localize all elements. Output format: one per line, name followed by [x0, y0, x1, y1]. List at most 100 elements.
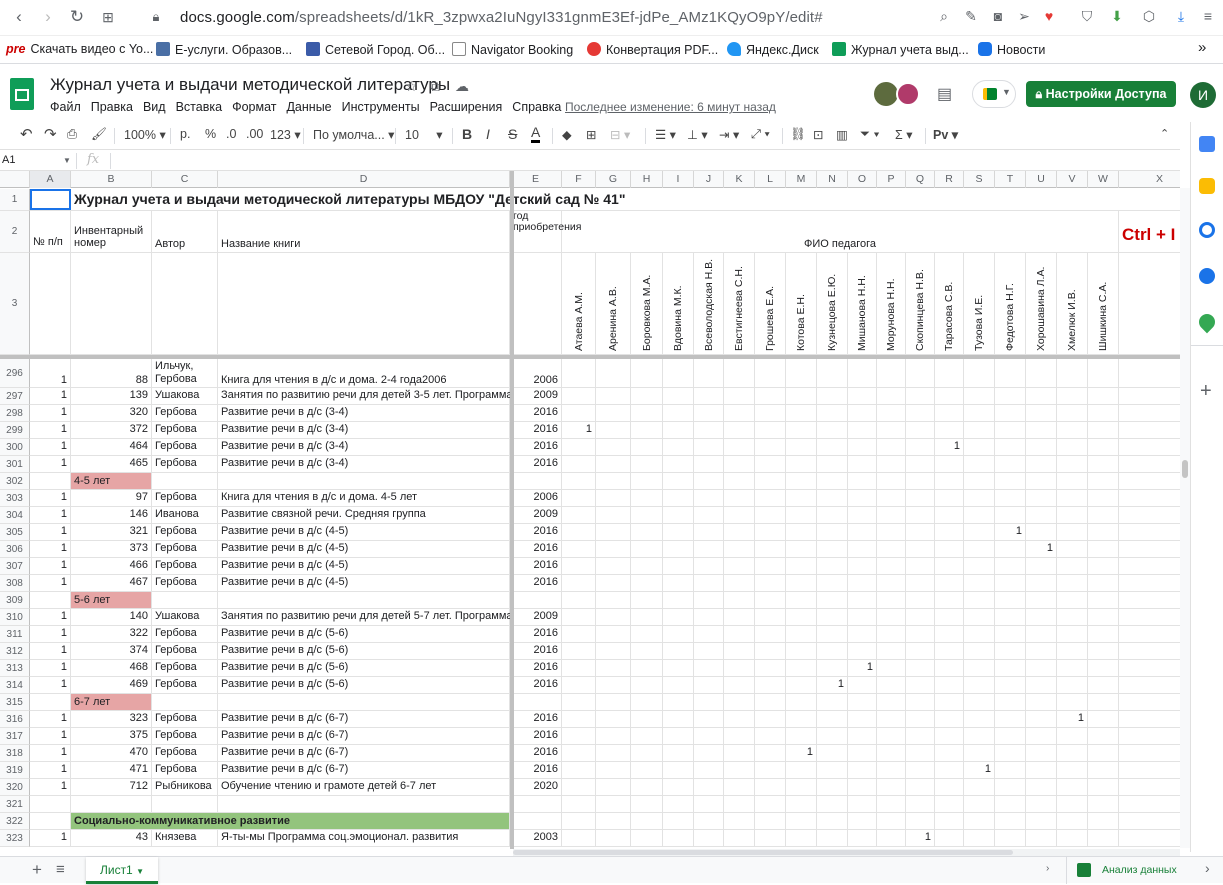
cell[interactable] — [1119, 524, 1180, 540]
cell-author[interactable]: Гербова — [152, 456, 218, 472]
cell[interactable] — [1119, 694, 1180, 710]
cell[interactable] — [631, 524, 663, 540]
cell[interactable] — [786, 694, 817, 710]
cell[interactable] — [596, 626, 631, 642]
column-header[interactable]: X — [1119, 171, 1180, 188]
cell[interactable] — [1026, 507, 1057, 523]
cell[interactable] — [935, 524, 964, 540]
menu-edit[interactable]: Правка — [91, 100, 133, 114]
cell[interactable] — [1119, 507, 1180, 523]
menu-icon[interactable]: ≡ — [1199, 8, 1217, 26]
cell-inventory[interactable]: 372 — [71, 422, 152, 438]
cell[interactable] — [1026, 677, 1057, 693]
cell[interactable] — [995, 762, 1026, 778]
cell[interactable] — [1088, 813, 1119, 829]
cell[interactable] — [817, 422, 848, 438]
cell[interactable] — [724, 524, 755, 540]
cell-inventory[interactable]: 470 — [71, 745, 152, 761]
cell[interactable] — [218, 694, 510, 710]
cell[interactable] — [1057, 541, 1088, 557]
cell[interactable] — [755, 796, 786, 812]
cell[interactable] — [995, 796, 1026, 812]
cell[interactable] — [995, 439, 1026, 455]
cell[interactable] — [694, 490, 724, 506]
cell[interactable] — [694, 575, 724, 591]
cell[interactable] — [906, 796, 935, 812]
cell[interactable] — [755, 745, 786, 761]
cell[interactable] — [71, 796, 152, 812]
cell-book-title[interactable]: Развитие речи в д/с (4-5) — [218, 524, 510, 540]
cell-author[interactable]: Гербова — [152, 643, 218, 659]
cell[interactable] — [1026, 643, 1057, 659]
cell[interactable] — [562, 694, 596, 710]
menu-tools[interactable]: Инструменты — [342, 100, 420, 114]
cell[interactable] — [877, 422, 906, 438]
cell[interactable] — [663, 592, 694, 608]
cell[interactable] — [631, 473, 663, 489]
cell[interactable] — [724, 745, 755, 761]
cell[interactable] — [1119, 422, 1180, 438]
cell-author[interactable]: Гербова — [152, 762, 218, 778]
column-header[interactable]: L — [755, 171, 786, 188]
cell-a1[interactable] — [30, 189, 71, 210]
comments-icon[interactable]: ▤ — [937, 84, 952, 104]
cell-number[interactable]: 1 — [30, 677, 71, 693]
cell[interactable] — [877, 626, 906, 642]
cell[interactable] — [694, 796, 724, 812]
cell[interactable] — [935, 490, 964, 506]
row-header[interactable]: 310 — [0, 609, 30, 626]
cell[interactable] — [1119, 779, 1180, 795]
cell[interactable] — [724, 626, 755, 642]
cell-inventory[interactable]: 88 — [71, 359, 152, 387]
cell[interactable] — [694, 609, 724, 625]
cell[interactable] — [964, 796, 995, 812]
age-group-label[interactable]: 6-7 лет — [71, 694, 152, 710]
cell[interactable] — [964, 677, 995, 693]
cell[interactable] — [562, 558, 596, 574]
cell[interactable] — [964, 473, 995, 489]
cell[interactable] — [1119, 609, 1180, 625]
cell-book-title[interactable]: Развитие речи в д/с (5-6) — [218, 626, 510, 642]
cell[interactable] — [995, 813, 1026, 829]
cell[interactable] — [596, 507, 631, 523]
cell[interactable] — [724, 405, 755, 421]
cell[interactable] — [877, 558, 906, 574]
cell-year[interactable]: 2016 — [510, 558, 562, 574]
cloud-status-icon[interactable]: ☁︎ — [455, 78, 469, 95]
cell-author[interactable]: Князева — [152, 830, 218, 846]
cell[interactable] — [995, 643, 1026, 659]
comment-icon[interactable]: ⊡ — [813, 127, 823, 142]
cell[interactable] — [562, 507, 596, 523]
cell[interactable] — [562, 490, 596, 506]
cell[interactable] — [663, 558, 694, 574]
cell[interactable] — [906, 609, 935, 625]
cell[interactable] — [786, 779, 817, 795]
row-header[interactable]: 302 — [0, 473, 30, 490]
cell[interactable] — [724, 830, 755, 846]
cell[interactable] — [817, 439, 848, 455]
freeze-divider-vertical[interactable] — [510, 171, 514, 849]
cell[interactable] — [631, 575, 663, 591]
cell[interactable] — [1119, 711, 1180, 727]
cell[interactable] — [596, 643, 631, 659]
cell[interactable] — [786, 575, 817, 591]
row-header[interactable]: 1 — [0, 189, 30, 211]
horizontal-scrollbar[interactable] — [513, 849, 1180, 856]
cell[interactable] — [663, 779, 694, 795]
cell-inventory[interactable]: 465 — [71, 456, 152, 472]
cell[interactable] — [724, 796, 755, 812]
cell[interactable] — [1119, 558, 1180, 574]
cell[interactable] — [877, 541, 906, 557]
add-addon-icon[interactable]: + — [1200, 380, 1212, 403]
cell[interactable] — [995, 388, 1026, 404]
functions-icon[interactable]: Σ ▾ — [895, 127, 912, 142]
row-header[interactable]: 307 — [0, 558, 30, 575]
cell[interactable] — [964, 456, 995, 472]
cell[interactable] — [935, 626, 964, 642]
cell-author[interactable]: Гербова — [152, 711, 218, 727]
sheet-tab[interactable]: Лист1 ▼ — [86, 857, 158, 884]
cell[interactable] — [596, 813, 631, 829]
chart-icon[interactable]: ▥ — [836, 127, 848, 142]
bookmark-item[interactable]: Сетевой Город. Об... — [306, 42, 445, 57]
increase-decimal-button[interactable]: .00 — [246, 127, 263, 141]
